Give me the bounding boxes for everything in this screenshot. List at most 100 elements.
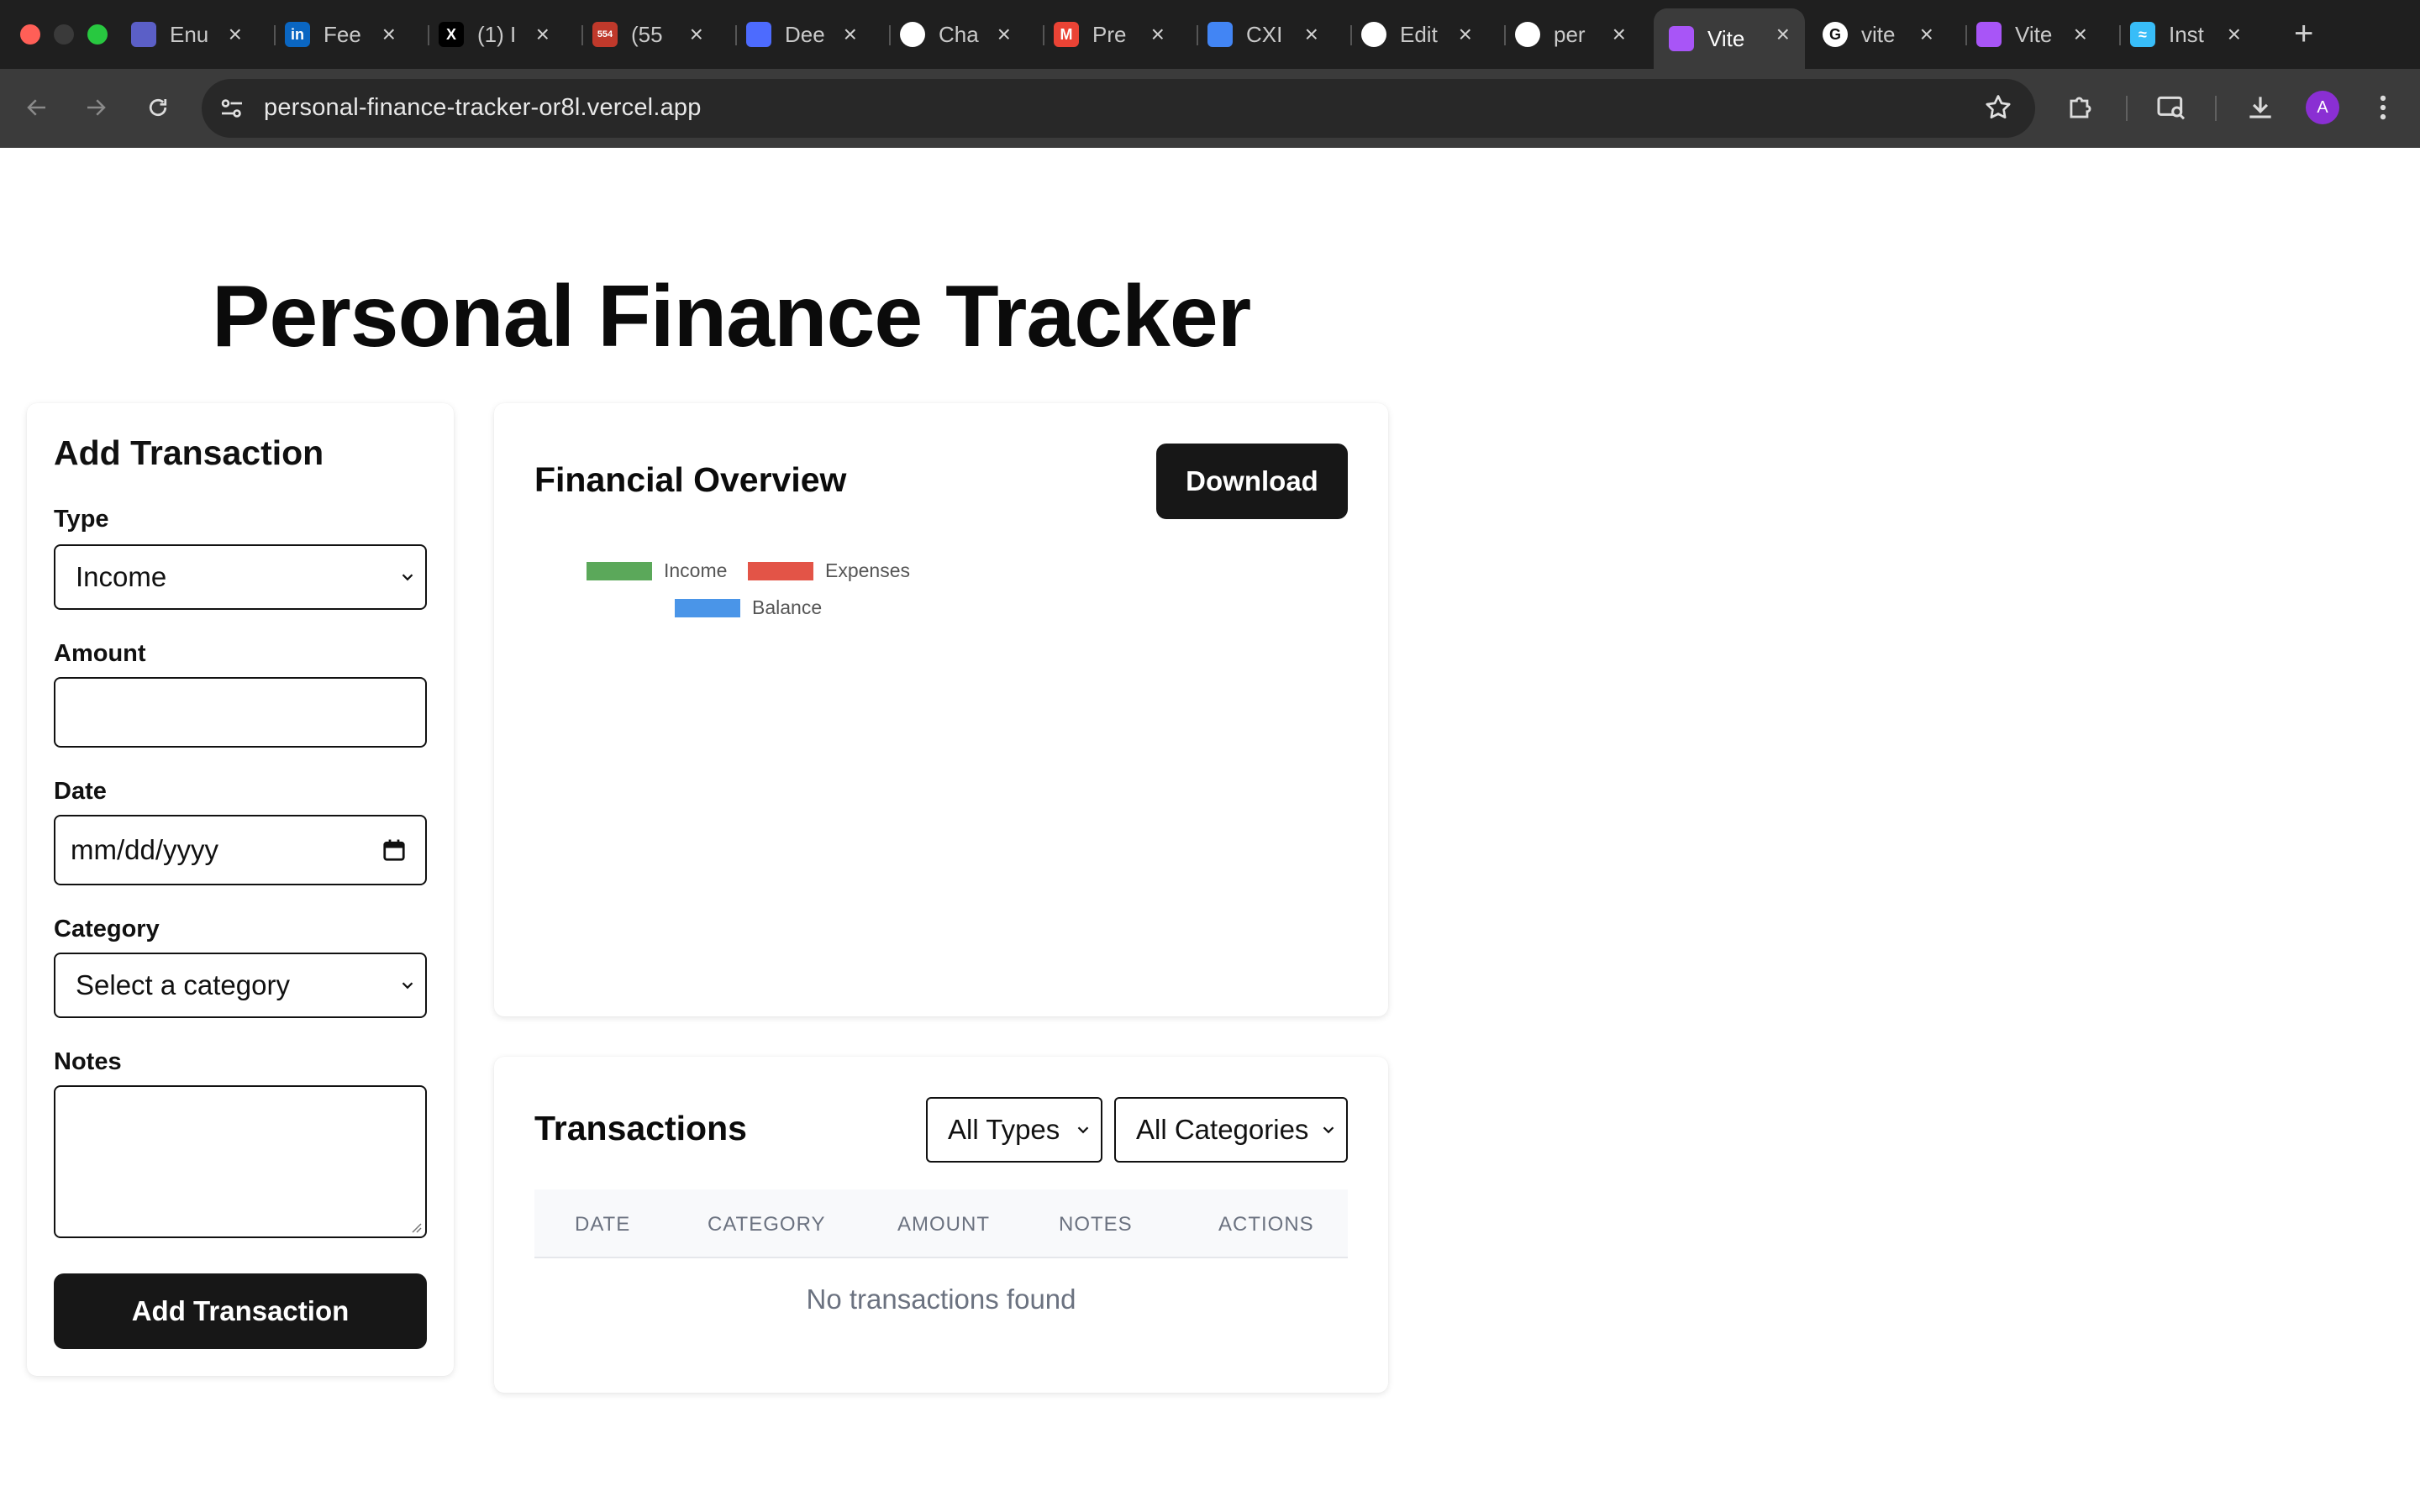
browser-tab[interactable]: Cha × bbox=[900, 12, 1026, 57]
chevron-down-icon bbox=[402, 574, 413, 581]
overview-title: Financial Overview bbox=[534, 460, 847, 499]
tab-separator bbox=[1965, 25, 1967, 45]
x-icon: X bbox=[439, 22, 464, 47]
github-icon bbox=[1361, 22, 1386, 47]
download-button[interactable]: Download bbox=[1156, 444, 1348, 519]
column-header-notes[interactable]: NOTES bbox=[1059, 1213, 1133, 1236]
browser-tab[interactable]: M Pre × bbox=[1054, 12, 1180, 57]
close-tab-icon[interactable]: × bbox=[2074, 22, 2087, 47]
add-transaction-card: Add Transaction Type Income Amount Date … bbox=[27, 403, 454, 1376]
downloads-button[interactable] bbox=[2240, 87, 2281, 128]
browser-tab-title: (1) I bbox=[477, 21, 517, 47]
browser-toolbar: personal-finance-tracker-or8l.vercel.app… bbox=[0, 69, 2420, 148]
extensions-button[interactable] bbox=[2060, 87, 2101, 128]
browser-tab-title: Dee bbox=[785, 21, 825, 47]
tailwind-icon: ≈ bbox=[2130, 22, 2155, 47]
close-tab-icon[interactable]: × bbox=[1776, 22, 1790, 47]
amount-input[interactable] bbox=[54, 677, 427, 748]
tab-separator bbox=[1504, 25, 1506, 45]
category-select[interactable]: Select a category bbox=[54, 953, 427, 1018]
download-icon bbox=[2249, 97, 2271, 118]
close-tab-icon[interactable]: × bbox=[536, 22, 550, 47]
financial-overview-card: Financial Overview Download Income Expen… bbox=[494, 403, 1388, 1016]
new-tab-button[interactable]: + bbox=[2294, 15, 2313, 52]
kebab-menu-icon bbox=[2380, 95, 2386, 120]
browser-tab-title: per bbox=[1554, 21, 1586, 47]
close-tab-icon[interactable]: × bbox=[1305, 22, 1318, 47]
browser-tab[interactable]: Vite × bbox=[1976, 12, 2102, 57]
tab-separator bbox=[1350, 25, 1352, 45]
legend-item-balance[interactable]: Balance bbox=[675, 596, 822, 619]
legend-label-expenses: Expenses bbox=[825, 559, 911, 581]
bookmark-star-icon[interactable] bbox=[1983, 92, 2013, 123]
reload-button[interactable] bbox=[136, 86, 180, 129]
column-header-category[interactable]: CATEGORY bbox=[708, 1213, 825, 1236]
close-tab-icon[interactable]: × bbox=[1920, 22, 1933, 47]
forward-button[interactable] bbox=[74, 86, 118, 129]
back-button[interactable] bbox=[15, 86, 59, 129]
add-transaction-button[interactable]: Add Transaction bbox=[54, 1273, 427, 1349]
browser-tab[interactable]: Enu × bbox=[131, 12, 257, 57]
type-filter-select[interactable]: All Types bbox=[926, 1097, 1102, 1163]
mail-badge-icon: 554 bbox=[592, 22, 618, 47]
date-label: Date bbox=[54, 778, 107, 805]
close-tab-icon[interactable]: × bbox=[229, 22, 242, 47]
resize-handle-icon[interactable] bbox=[408, 1220, 422, 1233]
close-tab-icon[interactable]: × bbox=[844, 22, 857, 47]
legend-item-expenses[interactable]: Expenses bbox=[748, 559, 910, 582]
address-bar-url[interactable]: personal-finance-tracker-or8l.vercel.app bbox=[264, 94, 702, 122]
profile-avatar[interactable]: A bbox=[2306, 91, 2339, 124]
tab-search-icon bbox=[2157, 96, 2186, 120]
chart-plot-area bbox=[534, 638, 1348, 974]
tab-separator bbox=[735, 25, 737, 45]
site-settings-icon[interactable] bbox=[217, 93, 247, 123]
browser-tab[interactable]: Dee × bbox=[746, 12, 872, 57]
teams-icon bbox=[131, 22, 156, 47]
category-filter-value: All Categories bbox=[1136, 1114, 1309, 1145]
amount-label: Amount bbox=[54, 640, 146, 667]
column-header-amount[interactable]: AMOUNT bbox=[897, 1213, 990, 1236]
browser-tab[interactable]: Vite × bbox=[1654, 8, 1805, 69]
browser-tab[interactable]: Gvite × bbox=[1823, 12, 1949, 57]
browser-tab[interactable]: X (1) I × bbox=[439, 12, 565, 57]
transactions-title: Transactions bbox=[534, 1109, 747, 1147]
close-tab-icon[interactable]: × bbox=[997, 22, 1011, 47]
tab-separator bbox=[581, 25, 583, 45]
tab-search-button[interactable] bbox=[2151, 87, 2191, 128]
browser-tab[interactable]: per × bbox=[1515, 12, 1641, 57]
legend-item-income[interactable]: Income bbox=[587, 559, 727, 582]
browser-menu-button[interactable] bbox=[2363, 87, 2403, 128]
close-tab-icon[interactable]: × bbox=[690, 22, 703, 47]
column-header-actions[interactable]: ACTIONS bbox=[1218, 1213, 1314, 1236]
back-arrow-icon bbox=[27, 99, 45, 116]
window-minimize-button[interactable] bbox=[54, 24, 74, 45]
gmail-icon: M bbox=[1054, 22, 1079, 47]
browser-tab[interactable]: CXI × bbox=[1207, 12, 1334, 57]
window-zoom-button[interactable] bbox=[87, 24, 108, 45]
window-close-button[interactable] bbox=[20, 24, 40, 45]
close-tab-icon[interactable]: × bbox=[1151, 22, 1165, 47]
category-filter-select[interactable]: All Categories bbox=[1114, 1097, 1348, 1163]
browser-tab-title: Vite bbox=[1707, 25, 1745, 51]
transactions-table-header: DATE CATEGORY AMOUNT NOTES ACTIONS bbox=[534, 1189, 1348, 1258]
type-label: Type bbox=[54, 506, 109, 533]
calendar-icon[interactable] bbox=[381, 837, 407, 863]
browser-tab[interactable]: in Fee × bbox=[285, 12, 411, 57]
browser-tab-title: Enu bbox=[170, 21, 209, 47]
browser-tab[interactable]: 554 (55 × bbox=[592, 12, 718, 57]
browser-tab[interactable]: Edit × bbox=[1361, 12, 1487, 57]
close-tab-icon[interactable]: × bbox=[2228, 22, 2241, 47]
date-input[interactable]: mm/dd/yyyy bbox=[54, 815, 427, 885]
close-tab-icon[interactable]: × bbox=[1459, 22, 1472, 47]
close-tab-icon[interactable]: × bbox=[382, 22, 396, 47]
tab-separator bbox=[1197, 25, 1198, 45]
column-header-date[interactable]: DATE bbox=[575, 1213, 630, 1236]
browser-tab[interactable]: ≈ Inst × bbox=[2130, 12, 2256, 57]
transactions-card: Transactions All Types All Categories DA… bbox=[494, 1057, 1388, 1393]
address-bar[interactable]: personal-finance-tracker-or8l.vercel.app bbox=[202, 79, 2035, 138]
close-tab-icon[interactable]: × bbox=[1612, 22, 1626, 47]
notes-textarea[interactable] bbox=[54, 1085, 427, 1238]
puzzle-icon bbox=[2070, 97, 2091, 118]
type-select[interactable]: Income bbox=[54, 544, 427, 610]
chevron-down-icon bbox=[1077, 1126, 1089, 1134]
